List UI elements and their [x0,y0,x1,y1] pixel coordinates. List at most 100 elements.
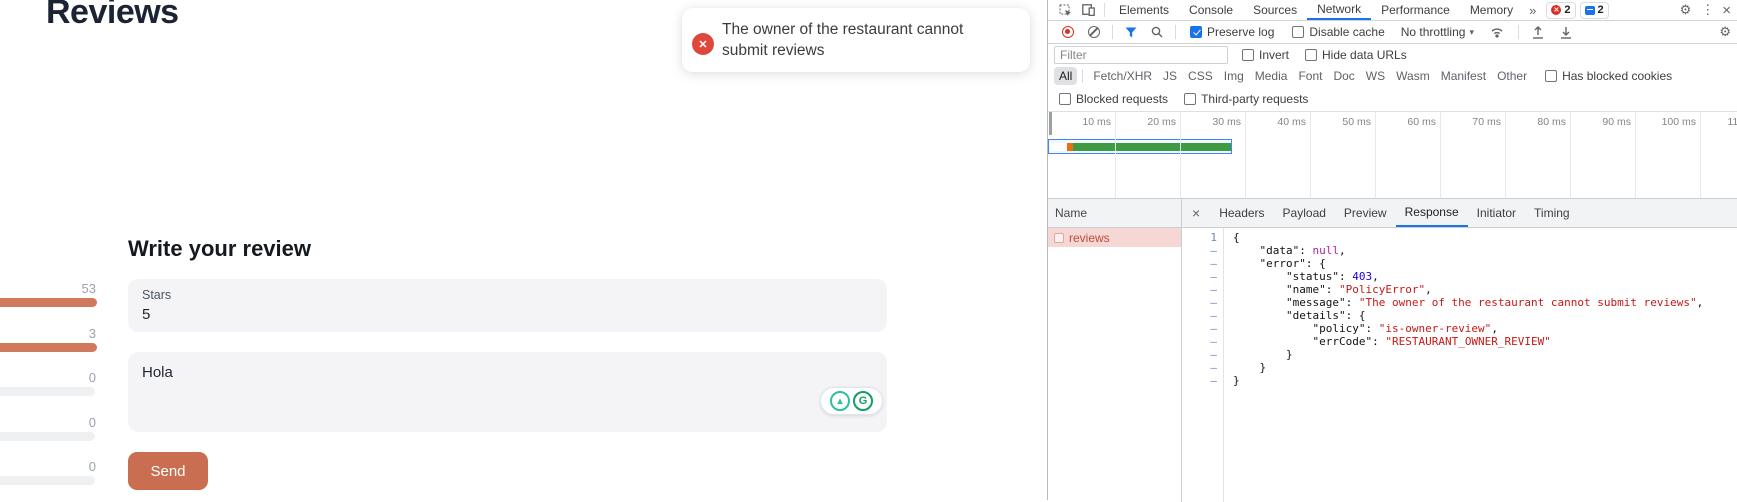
checkbox-unchecked [1545,70,1557,82]
code-line: "status": 403, [1233,270,1737,283]
blocked-requests-checkbox[interactable]: Blocked requests [1059,92,1168,106]
review-textarea[interactable]: Hola ▴ G [128,352,887,432]
network-conditions-icon[interactable] [1482,27,1512,38]
send-button[interactable]: Send [128,452,208,490]
token-key: "status" [1286,270,1339,283]
detail-tab-response[interactable]: Response [1396,199,1468,227]
filter-chip-fetchxhr[interactable]: Fetch/XHR [1088,67,1157,85]
disable-cache-checkbox[interactable]: Disable cache [1292,25,1384,39]
filter-chip-img[interactable]: Img [1219,67,1249,85]
clear-network-log-icon[interactable] [1088,26,1100,38]
menu-dots-icon[interactable]: ⋮ [1697,2,1718,18]
timeline-gridline [1245,112,1246,198]
token-pu: , [1697,296,1704,309]
detail-tab-strip: × HeadersPayloadPreviewResponseInitiator… [1182,199,1737,227]
invert-checkbox[interactable]: Invert [1242,48,1289,62]
token-key: "message" [1286,296,1346,309]
inspect-element-icon[interactable] [1054,4,1077,17]
issues-badge-icon [1585,6,1595,15]
grammarly-tone-icon[interactable]: ▴ [830,391,850,411]
throttling-dropdown[interactable]: No throttling ▾ [1401,25,1474,39]
line-marker: – [1182,322,1223,335]
filter-chip-font[interactable]: Font [1293,67,1327,85]
devtools-tab-elements[interactable]: Elements [1109,0,1179,20]
filter-chip-manifest[interactable]: Manifest [1436,67,1491,85]
line-marker: – [1182,361,1223,374]
filter-funnel-icon[interactable] [1119,27,1143,38]
timeline-tick-label: 100 ms [1640,116,1696,128]
token-pu [1233,335,1312,348]
grammarly-widget[interactable]: ▴ G [820,387,883,415]
timeline-tick-label: 60 ms [1380,116,1436,128]
request-table-header: Name × HeadersPayloadPreviewResponseInit… [1048,198,1737,228]
response-json-code[interactable]: { "data": null, "error": { "status": 403… [1224,228,1737,502]
filter-chip-other[interactable]: Other [1492,67,1532,85]
request-type-filters: All Fetch/XHRJSCSSImgMediaFontDocWSWasmM… [1048,65,1737,87]
detail-tab-timing[interactable]: Timing [1525,199,1579,227]
detail-tab-initiator[interactable]: Initiator [1468,199,1525,227]
has-blocked-cookies-checkbox[interactable]: Has blocked cookies [1545,69,1672,83]
line-marker: – [1182,244,1223,257]
detail-tab-payload[interactable]: Payload [1274,199,1335,227]
timeline-tick-label: 80 ms [1510,116,1566,128]
request-row-reviews[interactable]: reviews [1048,228,1181,247]
close-devtools-icon[interactable]: × [1718,2,1737,19]
settings-gear-icon[interactable]: ⚙ [1674,2,1698,18]
error-count-badge[interactable]: ✕ 2 [1546,2,1575,19]
token-str: "is-owner-review" [1379,322,1492,335]
request-file-icon [1054,233,1064,243]
code-line: "name": "PolicyError", [1233,283,1737,296]
timeline-selection[interactable] [1048,139,1232,154]
checkbox-unchecked [1305,49,1317,61]
stars-field[interactable]: Stars 5 [128,279,887,332]
third-party-requests-checkbox[interactable]: Third-party requests [1184,92,1308,106]
grammarly-icon[interactable]: G [853,391,873,411]
network-settings-gear-icon[interactable]: ⚙ [1713,24,1737,40]
code-line: "errCode": "RESTAURANT_OWNER_REVIEW" [1233,335,1737,348]
filter-chip-js[interactable]: JS [1158,67,1182,85]
timeline-tick-label: 30 ms [1185,116,1241,128]
third-party-requests-label: Third-party requests [1201,92,1308,106]
code-line: "data": null, [1233,244,1737,257]
filter-chip-ws[interactable]: WS [1361,67,1390,85]
preserve-log-checkbox[interactable]: Preserve log [1190,25,1274,39]
devtools-tab-sources[interactable]: Sources [1243,0,1307,20]
filter-chip-css[interactable]: CSS [1183,67,1218,85]
export-har-icon[interactable] [1553,26,1579,39]
devtools-tab-console[interactable]: Console [1179,0,1243,20]
code-line: } [1233,374,1737,387]
more-tabs-icon[interactable]: » [1523,3,1542,18]
timeline-gridline [1375,112,1376,198]
token-key: "errCode" [1312,335,1372,348]
line-marker: – [1182,296,1223,309]
hide-data-urls-checkbox[interactable]: Hide data URLs [1305,48,1407,62]
timeline-gridline [1115,112,1116,198]
import-har-icon[interactable] [1525,26,1551,39]
filter-chip-media[interactable]: Media [1250,67,1293,85]
filter-chip-all[interactable]: All [1054,67,1077,85]
close-detail-pane-icon[interactable]: × [1182,199,1210,227]
filter-chip-doc[interactable]: Doc [1328,67,1359,85]
devtools-tab-memory[interactable]: Memory [1460,0,1523,20]
network-timeline-overview[interactable]: 10 ms20 ms30 ms40 ms50 ms60 ms70 ms80 ms… [1048,112,1737,198]
code-line: "message": "The owner of the restaurant … [1233,296,1737,309]
detail-tab-preview[interactable]: Preview [1335,199,1396,227]
preserve-log-label: Preserve log [1207,25,1274,39]
token-pu: : [1346,296,1359,309]
detail-tab-headers[interactable]: Headers [1210,199,1273,227]
network-content: reviews 1––––––––––– { "data": null, "er… [1048,228,1737,502]
device-toolbar-icon[interactable] [1077,4,1100,16]
record-network-log-icon[interactable] [1062,26,1074,38]
filter-input[interactable] [1054,46,1228,64]
token-pu: } [1233,348,1293,361]
name-column-header[interactable]: Name [1048,199,1182,227]
separator [1518,25,1519,39]
issues-count-badge[interactable]: 2 [1580,2,1609,19]
devtools-tab-network[interactable]: Network [1307,0,1371,20]
filter-chip-wasm[interactable]: Wasm [1391,67,1435,85]
devtools-tab-performance[interactable]: Performance [1371,0,1460,20]
code-line: "details": { [1233,309,1737,322]
search-icon[interactable] [1145,26,1169,38]
timeline-gridline [1440,112,1441,198]
token-key: "details" [1286,309,1346,322]
